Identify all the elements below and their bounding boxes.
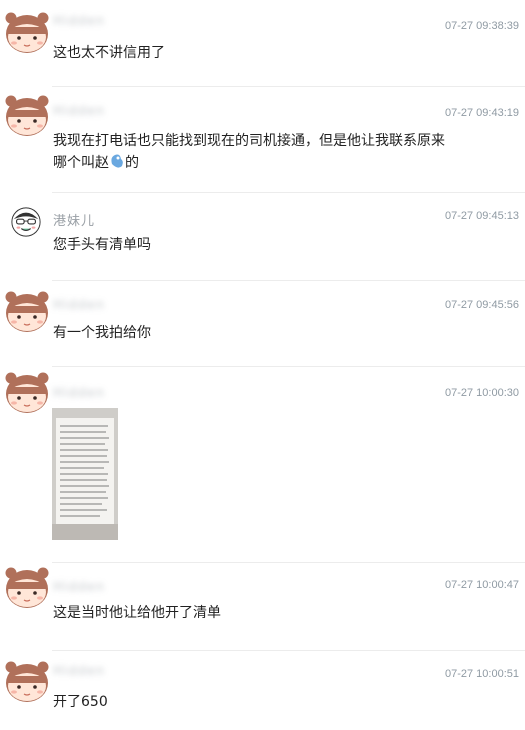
- chat-message: Hidden 07-27 10:00:47 这是当时他让给他开了清单: [0, 562, 525, 650]
- timestamp: 07-27 10:00:51: [444, 668, 519, 680]
- blue-sticker-icon: [111, 154, 123, 168]
- message-text: 这是当时他让给他开了清单: [53, 605, 221, 621]
- message-text: 开了650: [53, 694, 108, 710]
- timestamp: 07-27 09:43:19: [444, 107, 519, 119]
- sender-name: Hidden: [53, 386, 106, 401]
- message-text: 有一个我拍给你: [53, 325, 151, 341]
- chat-message: Hidden 07-27 09:45:56 有一个我拍给你: [0, 280, 525, 366]
- sender-name: Hidden: [53, 298, 106, 313]
- girl-avatar-icon[interactable]: [4, 658, 50, 702]
- sender-name: Hidden: [53, 104, 106, 119]
- cartoon-avatar-icon[interactable]: [10, 206, 42, 238]
- sender-name: Hidden: [53, 580, 106, 595]
- photo-content: [52, 408, 118, 540]
- chat-message: Hidden 07-27 09:43:19 我现在打电话也只能找到现在的司机接通…: [0, 86, 525, 186]
- sender-name: 港妹儿: [53, 214, 96, 229]
- timestamp: 07-27 09:45:56: [444, 299, 519, 311]
- chat-message: Hidden 07-27 10:00:30: [0, 366, 525, 560]
- girl-avatar-icon[interactable]: [4, 92, 50, 136]
- message-text: 我现在打电话也只能找到现在的司机接通，但是他让我联系原来 哪个叫赵的: [53, 130, 493, 174]
- message-line: 我现在打电话也只能找到现在的司机接通，但是他让我联系原来: [53, 133, 445, 149]
- timestamp: 07-27 10:00:47: [444, 579, 519, 591]
- photo-thumbnail[interactable]: [52, 408, 118, 540]
- girl-avatar-icon[interactable]: [4, 369, 50, 413]
- sender-name: Hidden: [53, 664, 106, 679]
- girl-avatar-icon[interactable]: [4, 288, 50, 332]
- chat-message: 港妹儿 07-27 09:45:13 您手头有清单吗: [0, 192, 525, 280]
- timestamp: 07-27 09:45:13: [444, 210, 519, 222]
- chat-message: Hidden 07-27 09:38:39 这也太不讲信用了: [0, 0, 525, 80]
- message-text: 这也太不讲信用了: [53, 45, 165, 61]
- girl-avatar-icon[interactable]: [4, 564, 50, 608]
- sender-name: Hidden: [53, 14, 106, 29]
- message-line: 哪个叫赵的: [53, 152, 493, 174]
- timestamp: 07-27 10:00:30: [444, 387, 519, 399]
- girl-avatar-icon[interactable]: [4, 9, 50, 53]
- message-text: 您手头有清单吗: [53, 237, 151, 253]
- timestamp: 07-27 09:38:39: [444, 20, 519, 32]
- chat-message: Hidden 07-27 10:00:51 开了650: [0, 650, 525, 730]
